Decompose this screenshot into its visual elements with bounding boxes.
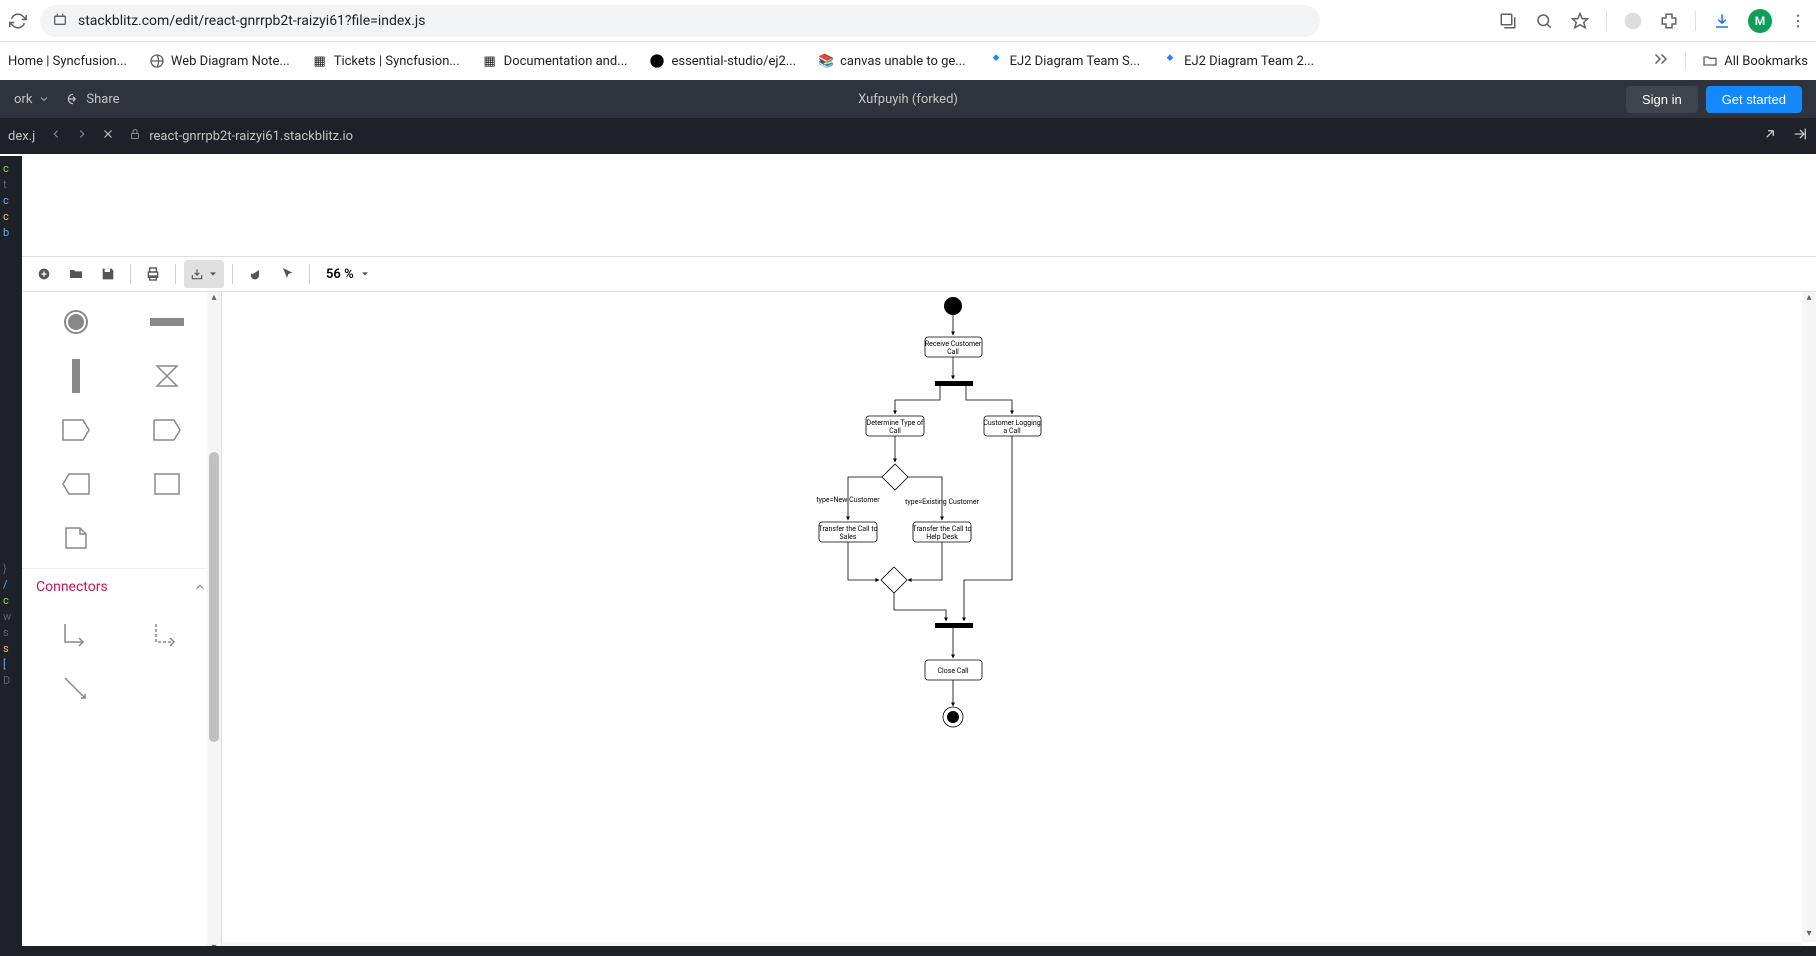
jira-icon	[988, 53, 1004, 69]
bookmark-star-icon[interactable]	[1570, 11, 1590, 31]
url-text: stackblitz.com/edit/react-gnrrpb2t-raizy…	[78, 13, 425, 29]
code-gutter: ctccb }/cwss[D	[0, 156, 22, 956]
bookmarks-bar: Home | Syncfusion... Web Diagram Note...…	[0, 42, 1816, 80]
palette-shape-signal-receive[interactable]	[133, 414, 202, 446]
svg-text:Transfer the Call to: Transfer the Call to	[913, 525, 972, 533]
downloads-icon[interactable]	[1712, 11, 1732, 31]
svg-text:Determine Type of: Determine Type of	[867, 419, 924, 427]
stackblitz-header: ork Share Xufpuyih (forked) Sign in Get …	[0, 80, 1816, 118]
chrome-menu-icon[interactable]	[1788, 11, 1808, 31]
palette-connector-straight[interactable]	[42, 673, 111, 705]
palette-connector-orthogonal[interactable]	[42, 619, 111, 651]
bookmark-item[interactable]: Home | Syncfusion...	[8, 54, 127, 69]
connectors-section-header[interactable]: Connectors	[22, 568, 221, 605]
jira-icon	[1162, 53, 1178, 69]
bookmark-item[interactable]: EJ2 Diagram Team 2...	[1162, 53, 1314, 69]
decision-node[interactable]	[882, 464, 908, 490]
extension-icon-1[interactable]	[1623, 11, 1643, 31]
save-button[interactable]	[94, 260, 122, 288]
svg-text:Receive Customer: Receive Customer	[925, 340, 982, 348]
palette-shape-hourglass[interactable]	[133, 360, 202, 392]
palette-scrollbar[interactable]: ▴ ▾	[207, 292, 221, 956]
close-icon[interactable]	[101, 127, 115, 145]
app-area: 56 % Connectors	[22, 156, 1816, 956]
bottom-bar	[22, 946, 1816, 956]
palette-shape-initial-node[interactable]	[42, 306, 111, 338]
fork-node[interactable]	[935, 381, 973, 386]
bookmark-item[interactable]: ▦Tickets | Syncfusion...	[312, 53, 460, 69]
extensions-puzzle-icon[interactable]	[1659, 11, 1679, 31]
project-title[interactable]: Xufpuyih (forked)	[858, 92, 958, 107]
merge-node[interactable]	[881, 567, 907, 593]
print-button[interactable]	[139, 260, 167, 288]
palette-shape-note[interactable]	[42, 522, 111, 554]
nav-forward-icon[interactable]	[75, 127, 89, 145]
preview-url[interactable]: react-gnrrpb2t-raizyi61.stackblitz.io	[129, 128, 353, 144]
zoom-dropdown[interactable]: 56 %	[318, 267, 378, 282]
open-new-icon[interactable]	[1762, 126, 1778, 146]
palette-shape-bar[interactable]	[133, 306, 202, 338]
bookmark-item[interactable]: ▦Documentation and...	[482, 53, 628, 69]
folder-icon	[1702, 53, 1718, 69]
diagram-toolbar: 56 %	[22, 256, 1816, 292]
signin-button[interactable]: Sign in	[1626, 86, 1698, 113]
svg-text:Call: Call	[889, 427, 901, 435]
lock-icon	[129, 128, 141, 144]
bookmark-item[interactable]: 📚canvas unable to ge...	[818, 53, 966, 69]
palette-connector-dashed[interactable]	[133, 619, 202, 651]
svg-text:type=Existing Customer: type=Existing Customer	[905, 498, 979, 506]
zoom-icon[interactable]	[1534, 11, 1554, 31]
file-tab[interactable]: dex.j	[8, 129, 35, 144]
preview-bar: dex.j react-gnrrpb2t-raizyi61.stackblitz…	[0, 118, 1816, 154]
user-avatar[interactable]: M	[1748, 9, 1772, 33]
grid-icon: ▦	[312, 53, 328, 69]
new-button[interactable]	[30, 260, 58, 288]
github-icon	[649, 53, 665, 69]
install-app-icon[interactable]	[1498, 11, 1518, 31]
svg-text:Customer Logging: Customer Logging	[983, 419, 1040, 427]
bookmark-item[interactable]: Web Diagram Note...	[149, 53, 290, 69]
svg-text:Transfer the Call to: Transfer the Call to	[819, 525, 878, 533]
palette-shape-rectangle[interactable]	[133, 468, 202, 500]
collapse-icon[interactable]	[1792, 126, 1808, 146]
palette-shape-accept-event[interactable]	[42, 468, 111, 500]
share-button[interactable]: Share	[66, 92, 119, 107]
all-bookmarks-button[interactable]: All Bookmarks	[1702, 53, 1808, 69]
open-button[interactable]	[62, 260, 90, 288]
browser-chrome: stackblitz.com/edit/react-gnrrpb2t-raizy…	[0, 0, 1816, 42]
site-info-icon[interactable]	[52, 11, 68, 31]
grid-icon: ▦	[482, 53, 498, 69]
nav-back-icon[interactable]	[49, 127, 63, 145]
svg-text:Close Call: Close Call	[937, 667, 968, 675]
diagram-svg: Receive Customer Call Determine Type of …	[222, 292, 1502, 772]
shape-palette: Connectors ▴ ▾	[22, 292, 222, 956]
palette-shape-vertical-bar[interactable]	[42, 360, 111, 392]
pan-tool-button[interactable]	[241, 260, 269, 288]
svg-text:Help Desk: Help Desk	[926, 533, 958, 541]
getstarted-button[interactable]: Get started	[1706, 86, 1802, 113]
canvas-scrollbar-vertical[interactable]: ▴▾	[1802, 292, 1816, 942]
svg-text:Call: Call	[947, 348, 959, 356]
stackoverflow-icon: 📚	[818, 53, 834, 69]
globe-icon	[149, 53, 165, 69]
pointer-tool-button[interactable]	[273, 260, 301, 288]
fork-button[interactable]: ork	[14, 92, 50, 107]
diagram-canvas[interactable]: Receive Customer Call Determine Type of …	[222, 292, 1816, 956]
reload-icon[interactable]	[8, 11, 28, 31]
url-bar[interactable]: stackblitz.com/edit/react-gnrrpb2t-raizy…	[40, 5, 1320, 37]
svg-text:a Call: a Call	[1003, 427, 1021, 435]
initial-node[interactable]	[944, 297, 962, 315]
join-node[interactable]	[935, 623, 973, 628]
bookmark-item[interactable]: EJ2 Diagram Team S...	[988, 53, 1140, 69]
top-whitespace	[22, 156, 1816, 256]
bookmark-item[interactable]: essential-studio/ej2...	[649, 53, 796, 69]
export-dropdown[interactable]	[184, 260, 224, 288]
svg-text:Sales: Sales	[840, 533, 857, 541]
svg-text:type=New Customer: type=New Customer	[816, 496, 880, 504]
palette-shape-signal-send[interactable]	[42, 414, 111, 446]
bookmark-overflow-icon[interactable]	[1651, 50, 1669, 72]
